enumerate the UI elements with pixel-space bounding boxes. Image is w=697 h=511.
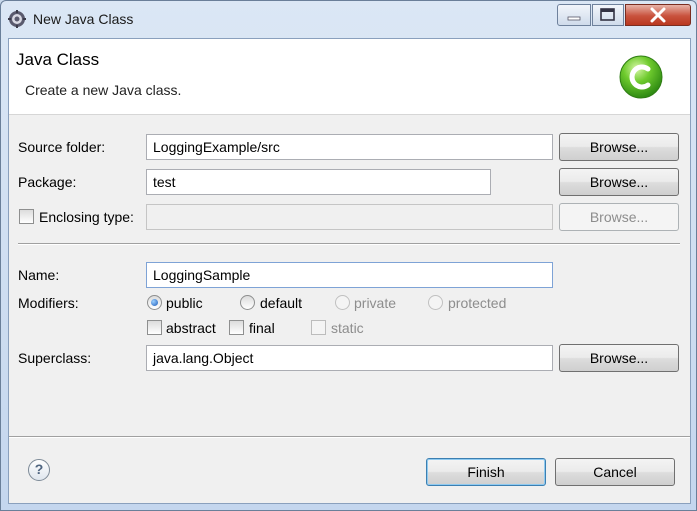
cancel-button[interactable]: Cancel (555, 458, 675, 486)
enclosing-type-checkbox[interactable] (19, 209, 34, 224)
enclosing-type-input (146, 204, 553, 230)
modifier-default-radio[interactable] (240, 295, 255, 310)
close-icon (650, 7, 666, 23)
header-title: Java Class (16, 50, 100, 69)
modifier-abstract-checkbox[interactable] (147, 320, 162, 335)
superclass-label: Superclass: (18, 350, 92, 366)
modifier-protected-label: protected (448, 295, 507, 311)
dialog-client-area: Java Class Create a new Java class. Sour… (8, 38, 691, 504)
restore-icon (600, 8, 615, 21)
header-description: Create a new Java class. (25, 82, 182, 98)
enclosing-type-label: Enclosing type: (39, 209, 134, 225)
enclosing-type-browse-button: Browse... (559, 203, 679, 231)
package-input[interactable]: test (146, 169, 491, 195)
dialog-window: New Java Class Java Class Create a new J… (0, 0, 697, 511)
modifier-private-label: private (354, 295, 397, 311)
modifier-static-checkbox (311, 320, 326, 335)
source-folder-label: Source folder: (18, 139, 106, 155)
wizard-header: Java Class Create a new Java class. (9, 39, 690, 115)
modifier-public-label: public (166, 295, 203, 311)
modifiers-label: Modifiers: (18, 295, 79, 311)
superclass-browse-button[interactable]: Browse... (559, 344, 679, 372)
modifier-static-label: static (331, 320, 364, 336)
footer-divider (9, 436, 690, 438)
package-browse-button[interactable]: Browse... (559, 168, 679, 196)
modifier-default-label: default (260, 295, 303, 311)
source-folder-input[interactable]: LoggingExample/src (146, 134, 553, 160)
minimize-icon (567, 16, 581, 21)
maximize-button[interactable] (592, 4, 624, 26)
close-button[interactable] (625, 4, 691, 26)
help-icon[interactable]: ? (28, 459, 50, 481)
name-label: Name: (18, 267, 60, 283)
eclipse-gear-icon (8, 10, 26, 28)
source-folder-browse-button[interactable]: Browse... (559, 133, 679, 161)
title-bar[interactable]: New Java Class (1, 1, 696, 37)
modifier-abstract-label: abstract (166, 320, 216, 336)
finish-button[interactable]: Finish (426, 458, 546, 486)
java-class-c-icon (619, 55, 663, 99)
class-name-input[interactable]: LoggingSample (146, 262, 553, 288)
modifier-final-label: final (249, 320, 275, 336)
modifier-public-radio[interactable] (147, 295, 162, 310)
superclass-input[interactable]: java.lang.Object (146, 345, 553, 371)
modifier-protected-radio (428, 295, 443, 310)
modifier-final-checkbox[interactable] (229, 320, 244, 335)
package-label: Package: (18, 174, 77, 190)
modifier-private-radio (335, 295, 350, 310)
window-title: New Java Class (33, 11, 134, 27)
minimize-button[interactable] (557, 4, 591, 26)
section-divider (18, 243, 680, 245)
